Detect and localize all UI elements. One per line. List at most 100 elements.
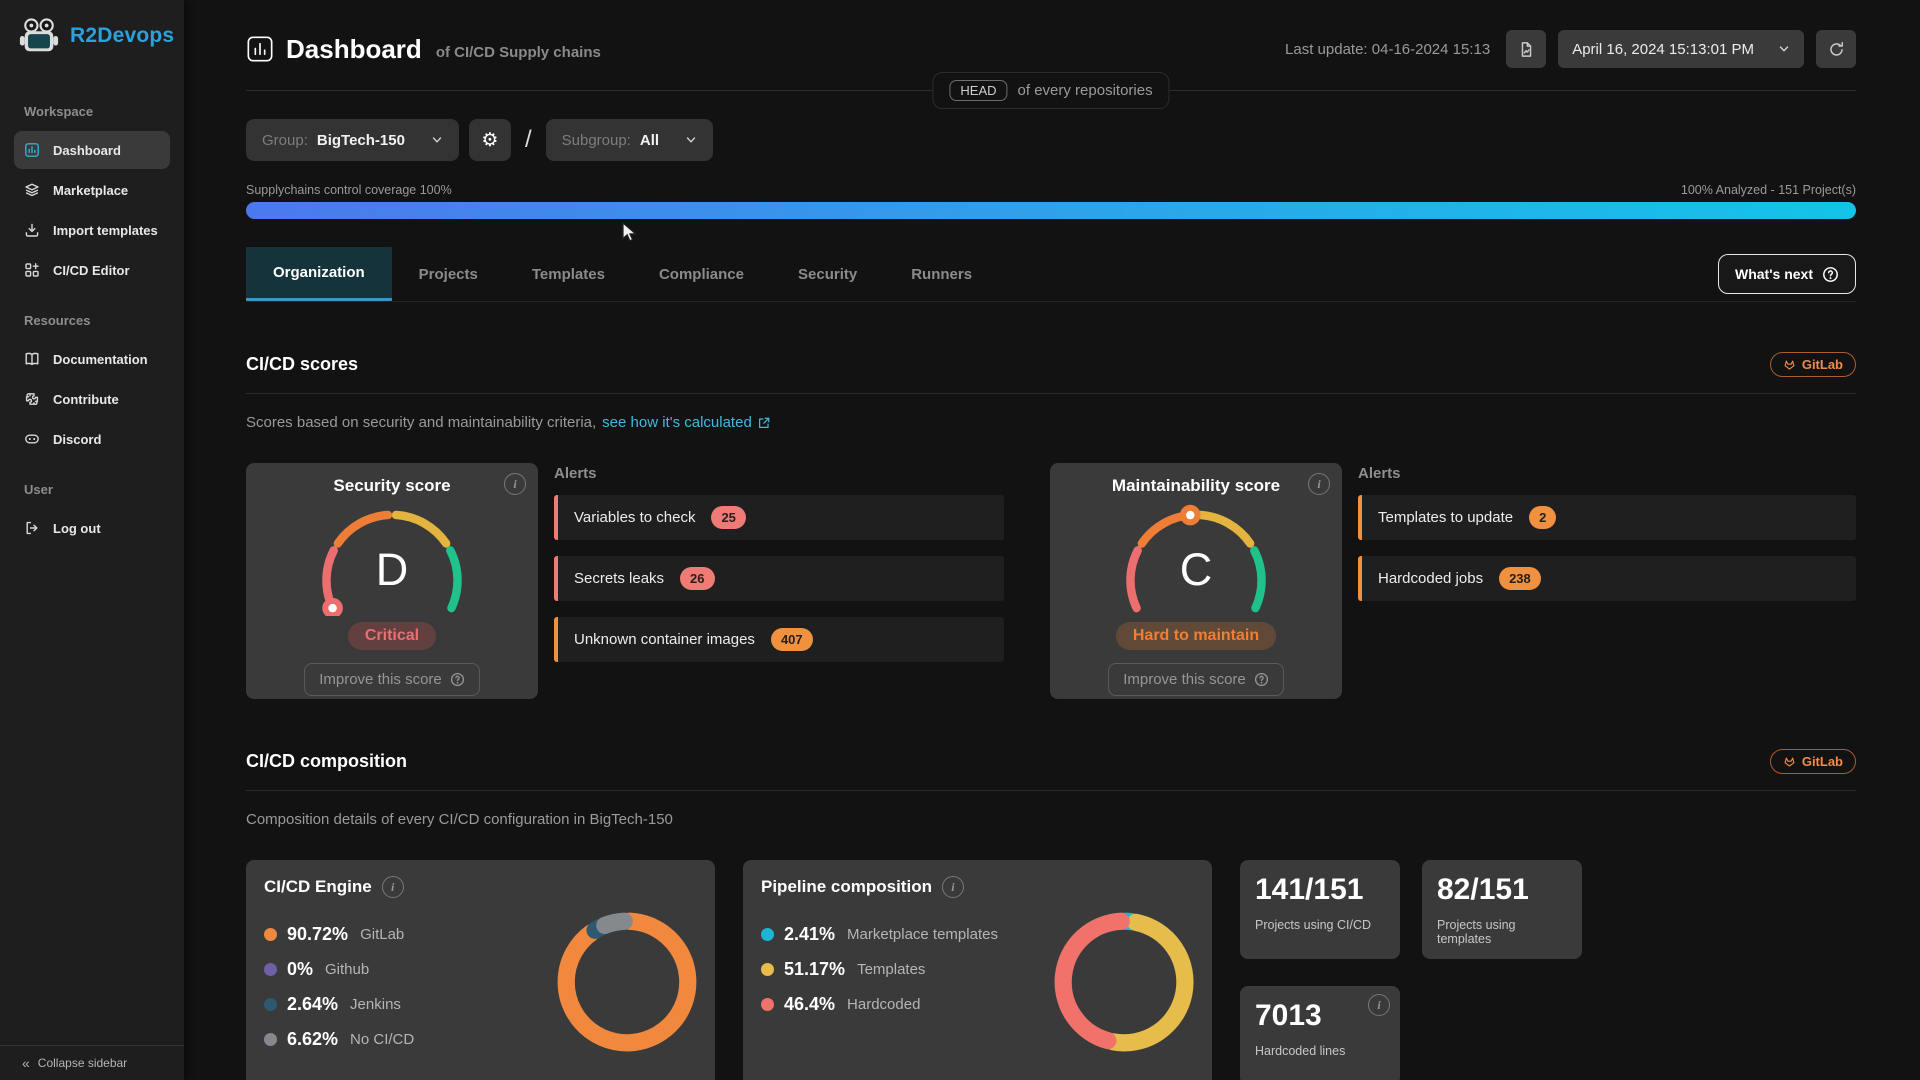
gauge-segment <box>1200 515 1250 544</box>
info-icon[interactable]: i <box>382 876 404 898</box>
legend-percent: 51.17% <box>784 959 845 980</box>
stat-label: Hardcoded lines <box>1255 1044 1385 1058</box>
chevron-down-icon <box>1778 43 1790 55</box>
sidebar-nav: Workspace Dashboard MarketplaceImport temp… <box>0 104 184 547</box>
legend-label: Marketplace templates <box>847 926 998 943</box>
gitlab-badge[interactable]: GitLab <box>1770 749 1856 774</box>
sidebar-item-label: Dashboard <box>53 143 121 158</box>
coverage-progress-bar <box>246 202 1856 219</box>
sidebar-item-import-templates[interactable]: Import templates <box>14 211 170 249</box>
robot-logo-icon <box>18 16 60 56</box>
alert-variables-to-check[interactable]: Variables to check25 <box>554 495 1004 540</box>
coverage-labels: Supplychains control coverage 100% 100% … <box>246 183 1856 197</box>
legend-percent: 2.41% <box>784 924 835 945</box>
tab-projects[interactable]: Projects <box>392 247 505 301</box>
group-select[interactable]: Group: BigTech-150 <box>246 119 459 161</box>
info-icon[interactable]: i <box>942 876 964 898</box>
tab-security[interactable]: Security <box>771 247 884 301</box>
collapse-chevrons-icon: « <box>22 1055 30 1071</box>
maintainability-alerts-list: Templates to update 2 Hardcoded jobs238 <box>1358 495 1856 601</box>
alert-count-badge: 26 <box>680 567 714 590</box>
head-pill: HEAD <box>949 80 1007 101</box>
coverage-right-label: 100% Analyzed - 151 Project(s) <box>1681 183 1856 197</box>
pipeline-donut-chart <box>1048 906 1200 1058</box>
donut-segment-templates <box>1113 922 1185 1042</box>
alert-label: Templates to update <box>1378 509 1513 526</box>
refresh-icon <box>1828 41 1845 58</box>
maintainability-grade: C <box>1096 544 1296 596</box>
download-icon <box>24 222 40 238</box>
whats-next-label: What's next <box>1735 266 1813 282</box>
alert-count-badge: 2 <box>1529 506 1556 529</box>
tabs-row: OrganizationProjectsTemplatesComplianceS… <box>246 247 1856 302</box>
sidebar-item-log-out[interactable]: Log out <box>14 509 170 547</box>
security-status-badge: Critical <box>348 622 436 650</box>
calculation-link-label: see how it's calculated <box>602 414 752 431</box>
scores-subtitle-text: Scores based on security and maintainabi… <box>246 414 596 431</box>
sidebar-item-dashboard[interactable]: Dashboard <box>14 131 170 169</box>
alerts-title: Alerts <box>554 465 1004 482</box>
gitlab-badge[interactable]: GitLab <box>1770 352 1856 377</box>
date-selector[interactable]: April 16, 2024 15:13:01 PM <box>1558 30 1804 68</box>
info-icon[interactable]: i <box>1368 994 1390 1016</box>
sidebar-item-discord[interactable]: Discord <box>14 420 170 458</box>
legend-label: Github <box>325 961 369 978</box>
maintainability-alerts-column: Alerts Templates to update2Hardcoded job… <box>1358 463 1856 699</box>
sidebar-section-label: Workspace <box>0 104 184 129</box>
cicd-engine-title-text: CI/CD Engine <box>264 877 372 897</box>
group-settings-button[interactable]: ⚙ <box>469 119 511 161</box>
alert-unknown-container-images[interactable]: Unknown container images407 <box>554 617 1004 662</box>
alert-secrets-leaks[interactable]: Secrets leaks26 <box>554 556 1004 601</box>
tab-compliance[interactable]: Compliance <box>632 247 771 301</box>
collapse-sidebar-button[interactable]: « Collapse sidebar <box>0 1045 184 1080</box>
tab-organization[interactable]: Organization <box>246 247 392 301</box>
report-file-icon <box>1518 41 1535 58</box>
brand-logo[interactable]: R2Devops <box>0 0 184 56</box>
scores-section-header: CI/CD scores GitLab <box>246 352 1856 377</box>
improve-score-button[interactable]: Improve this score <box>304 663 480 696</box>
composition-section-header: CI/CD composition GitLab <box>246 749 1856 774</box>
stat-label: Projects using templates <box>1437 918 1567 946</box>
layers-icon <box>24 182 40 198</box>
main-content: Dashboard of CI/CD Supply chains Last up… <box>184 0 1920 1080</box>
alert-label: Hardcoded jobs <box>1378 570 1483 587</box>
gitlab-tanuki-icon <box>1783 755 1796 768</box>
stats-grid: 141/151 Projects using CI/CD 82/151 Proj… <box>1240 860 1590 1080</box>
calculation-link[interactable]: see how it's calculated <box>602 414 771 431</box>
security-grade: D <box>292 544 492 596</box>
tab-templates[interactable]: Templates <box>505 247 632 301</box>
path-separator: / <box>525 126 532 154</box>
sidebar-item-marketplace[interactable]: Marketplace <box>14 171 170 209</box>
info-icon[interactable]: i <box>1308 473 1330 495</box>
alert-count-badge: 407 <box>771 628 813 651</box>
title-wrap: Dashboard of CI/CD Supply chains <box>246 34 601 65</box>
whats-next-button[interactable]: What's next <box>1718 254 1856 294</box>
scores-section-title: CI/CD scores <box>246 354 358 375</box>
page-subtitle: of CI/CD Supply chains <box>436 38 601 61</box>
info-icon[interactable]: i <box>504 473 526 495</box>
pipeline-composition-card: Pipeline composition i 2.41% Marketplace … <box>743 860 1212 1080</box>
page-title: Dashboard <box>286 34 422 65</box>
sidebar-item-label: Discord <box>53 432 101 447</box>
scores-subtitle: Scores based on security and maintainabi… <box>246 414 1856 431</box>
tab-runners[interactable]: Runners <box>884 247 999 301</box>
group-label: Group: <box>262 132 308 149</box>
legend-label: GitLab <box>360 926 404 943</box>
sidebar-item-label: Documentation <box>53 352 148 367</box>
sidebar-section-workspace: Workspace Dashboard MarketplaceImport temp… <box>0 104 184 289</box>
security-alerts-column: Alerts Variables to check25 Secrets leaks… <box>554 463 1004 699</box>
subgroup-select[interactable]: Subgroup: All <box>546 119 713 161</box>
pipeline-composition-title-text: Pipeline composition <box>761 877 932 897</box>
sidebar-item-contribute[interactable]: Contribute <box>14 380 170 418</box>
sidebar-item-documentation[interactable]: Documentation <box>14 340 170 378</box>
report-button[interactable] <box>1506 30 1546 68</box>
logout-icon <box>24 520 40 536</box>
alert-hardcoded-jobs[interactable]: Hardcoded jobs238 <box>1358 556 1856 601</box>
date-selector-value: April 16, 2024 15:13:01 PM <box>1572 41 1754 58</box>
alert-templates-to-update[interactable]: Templates to update 2 <box>1358 495 1856 540</box>
sidebar-item-ci-cd-editor[interactable]: CI/CD Editor <box>14 251 170 289</box>
gauge-marker-dot <box>1186 511 1194 519</box>
improve-score-button[interactable]: Improve this score <box>1108 663 1284 696</box>
refresh-button[interactable] <box>1816 30 1856 68</box>
composition-row: CI/CD Engine i 90.72%GitLab0%Github2.64%… <box>246 860 1856 1080</box>
